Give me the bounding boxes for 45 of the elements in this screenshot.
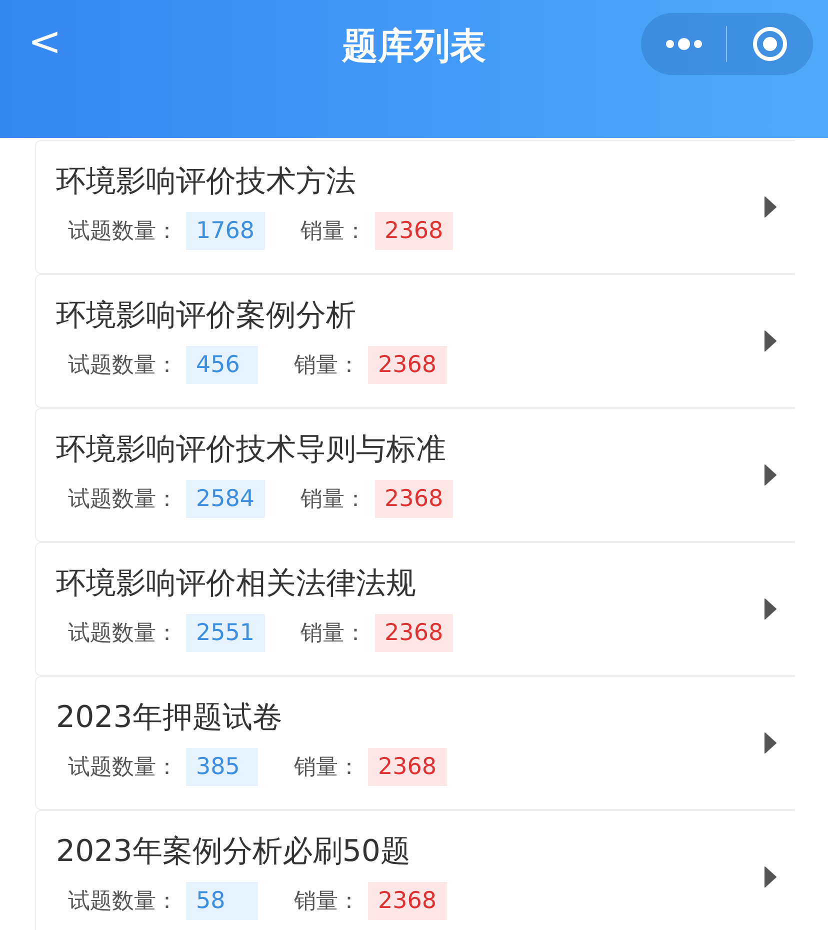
- question-bank-item[interactable]: 环境影响评价技术导则与标准 试题数量： 2584 销量： 2368: [35, 408, 795, 542]
- count-label: 试题数量：: [68, 754, 178, 782]
- item-title: 2023年案例分析必刷50题: [56, 834, 411, 869]
- question-bank-item[interactable]: 2023年押题试卷 试题数量： 385 销量： 2368: [35, 676, 795, 810]
- question-bank-item[interactable]: 环境影响评价相关法律法规 试题数量： 2551 销量： 2368: [35, 542, 795, 676]
- sales-value: 2368: [368, 882, 447, 920]
- item-title: 2023年押题试卷: [56, 700, 282, 735]
- target-icon: [752, 26, 788, 62]
- count-label: 试题数量：: [68, 352, 178, 380]
- count-value: 2584: [186, 480, 265, 518]
- count-value: 456: [186, 346, 258, 384]
- triangle-right-icon: [763, 330, 777, 352]
- sales-label: 销量：: [294, 352, 360, 380]
- triangle-right-icon: [763, 598, 777, 620]
- sales-label: 销量：: [294, 754, 360, 782]
- sales-label: 销量：: [300, 218, 367, 246]
- item-title: 环境影响评价技术方法: [56, 164, 356, 199]
- item-title: 环境影响评价案例分析: [56, 298, 356, 333]
- sales-label: 销量：: [300, 486, 367, 514]
- sales-value: 2368: [368, 346, 447, 384]
- count-value: 2551: [186, 614, 265, 652]
- count-label: 试题数量：: [68, 486, 178, 514]
- triangle-right-icon: [763, 196, 777, 218]
- count-label: 试题数量：: [68, 620, 178, 648]
- more-icon: [664, 38, 704, 50]
- sales-value: 2368: [374, 212, 454, 250]
- triangle-right-icon: [763, 732, 777, 754]
- count-value: 385: [186, 748, 258, 786]
- count-value: 58: [186, 882, 258, 920]
- page-title: 题库列表: [342, 26, 486, 67]
- sales-label: 销量：: [300, 620, 367, 648]
- sales-label: 销量：: [294, 888, 360, 916]
- item-title: 环境影响评价技术导则与标准: [56, 432, 446, 467]
- triangle-right-icon: [763, 866, 777, 888]
- question-bank-item[interactable]: 环境影响评价技术方法 试题数量： 1768 销量： 2368: [35, 140, 795, 274]
- triangle-right-icon: [763, 464, 777, 486]
- sales-value: 2368: [374, 614, 454, 652]
- question-bank-item[interactable]: 环境影响评价案例分析 试题数量： 456 销量： 2368: [35, 274, 795, 408]
- count-label: 试题数量：: [68, 218, 178, 246]
- sales-value: 2368: [368, 748, 447, 786]
- sales-value: 2368: [374, 480, 454, 518]
- count-value: 1768: [186, 212, 265, 250]
- count-label: 试题数量：: [68, 888, 178, 916]
- item-title: 环境影响评价相关法律法规: [56, 566, 416, 601]
- question-bank-item[interactable]: 2023年案例分析必刷50题 试题数量： 58 销量： 2368: [35, 810, 795, 930]
